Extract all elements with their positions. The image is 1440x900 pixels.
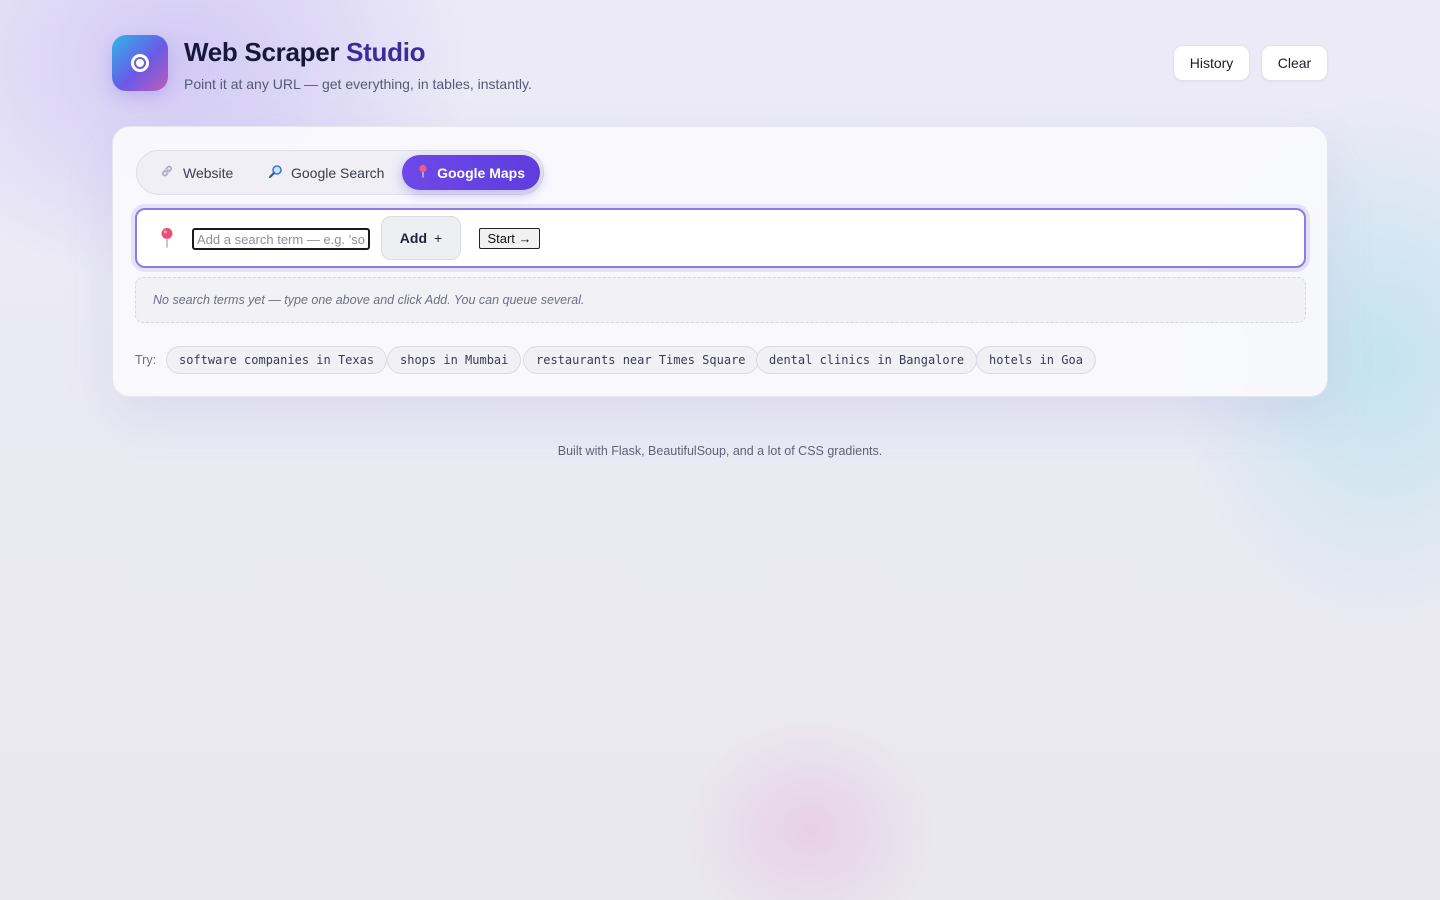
- empty-queue-message: No search terms yet — type one above and…: [135, 277, 1306, 323]
- tab-label: Google Maps: [437, 164, 525, 181]
- tab-label: Google Search: [291, 164, 385, 181]
- suggestion-chip[interactable]: hotels in Goa: [976, 346, 1096, 374]
- app-header: Web Scraper Studio Point it at any URL —…: [112, 35, 1328, 93]
- map-pin-icon: [417, 164, 429, 181]
- title-accent: Studio: [346, 37, 426, 67]
- footer-note: Built with Flask, BeautifulSoup, and a l…: [557, 444, 883, 458]
- tab-website[interactable]: Website: [149, 155, 243, 190]
- suggestion-chip[interactable]: dental clinics in Bangalore: [756, 346, 978, 374]
- start-button[interactable]: Start →: [479, 228, 540, 249]
- history-button[interactable]: History: [1173, 45, 1250, 81]
- search-term-input[interactable]: [192, 228, 370, 250]
- search-term-bar: Add + Start →: [135, 208, 1306, 268]
- scraper-card: Website Google Search Google Maps Add + S…: [112, 126, 1328, 397]
- app-logo: [112, 35, 168, 91]
- target-icon: [131, 54, 149, 72]
- suggestion-chip[interactable]: shops in Mumbai: [387, 346, 522, 374]
- plus-icon: +: [434, 230, 443, 246]
- suggestions-label: Try:: [135, 353, 157, 367]
- map-pin-icon: [159, 227, 175, 249]
- title-main: Web Scraper: [184, 37, 340, 67]
- tab-label: Website: [183, 164, 234, 181]
- suggestion-chip[interactable]: software companies in Texas: [166, 346, 388, 374]
- magnifier-icon: [267, 164, 283, 182]
- add-label: Add: [399, 230, 428, 246]
- mode-tabs: Website Google Search Google Maps: [136, 150, 544, 195]
- page-title: Web Scraper Studio: [184, 37, 426, 68]
- page-subtitle: Point it at any URL — get everything, in…: [184, 76, 532, 92]
- tab-google-search[interactable]: Google Search: [257, 155, 394, 190]
- suggestion-chip[interactable]: restaurants near Times Square: [523, 346, 759, 374]
- clear-button[interactable]: Clear: [1261, 45, 1328, 81]
- link-icon: [159, 164, 175, 181]
- add-term-button[interactable]: Add +: [381, 216, 461, 260]
- tab-google-maps[interactable]: Google Maps: [402, 155, 540, 190]
